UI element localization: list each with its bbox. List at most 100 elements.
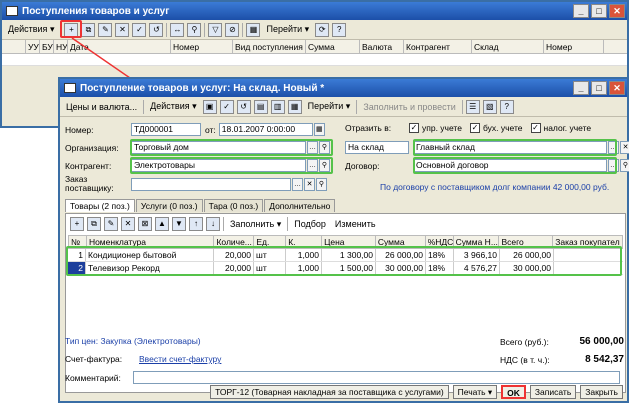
fill-menu[interactable]: Заполнить ▾ (227, 219, 284, 230)
journal-empty-row[interactable] (2, 54, 627, 66)
print-form-button[interactable]: ТОРГ-12 (Товарная накладная за поставщик… (210, 385, 449, 399)
management-accounting-checkbox[interactable]: ✓ (409, 123, 419, 133)
search-icon[interactable]: ⚲ (187, 22, 202, 37)
refresh-icon[interactable]: ⟳ (315, 22, 330, 37)
delete-icon[interactable]: ✕ (115, 22, 130, 37)
number-field[interactable]: ТД000001 (131, 123, 201, 136)
ok-button[interactable]: OK (501, 385, 526, 399)
goto-menu[interactable]: Перейти ▾ (263, 24, 312, 35)
maximize-button[interactable]: □ (591, 81, 607, 95)
tab-goods[interactable]: Товары (2 поз.) (65, 199, 135, 212)
organization-highlight (130, 139, 333, 156)
tab-additional[interactable]: Дополнительно (264, 199, 336, 212)
based-on-icon[interactable]: ▦ (287, 99, 302, 114)
unpost-icon[interactable]: ↺ (236, 99, 251, 114)
price-type-link[interactable]: Тип цен: Закупка (Электротовары) (65, 336, 201, 346)
close-window-button[interactable]: Закрыть (580, 385, 623, 399)
to-warehouse-type[interactable]: На склад (345, 141, 409, 154)
edit-row-icon[interactable]: ✎ (104, 217, 118, 231)
number-label: Номер: (65, 124, 94, 135)
minimize-button[interactable]: _ (573, 4, 589, 18)
vat-row: НДС (в т. ч.): 8 542,37 (500, 354, 624, 365)
contractor-highlight (130, 157, 333, 174)
column-header[interactable]: БУ (40, 40, 54, 53)
copy-icon[interactable]: ⧉ (81, 22, 96, 37)
save-icon[interactable]: ▣ (202, 99, 217, 114)
clear-button[interactable]: ✕ (620, 141, 629, 154)
document-title: Поступление товаров и услуг: На склад. Н… (80, 82, 325, 94)
order-field[interactable] (131, 177, 291, 191)
column-header[interactable]: Склад (472, 40, 544, 53)
column-header[interactable]: Вид поступления (233, 40, 306, 53)
invoice-link[interactable]: Ввести счет-фактуру (139, 354, 221, 364)
search-icon[interactable]: ⚲ (620, 159, 629, 172)
close-button[interactable]: ✕ (609, 81, 625, 95)
column-header[interactable]: Валюта (360, 40, 404, 53)
journal-toolbar: Действия ▾ + ⧉ ✎ ✕ ✓ ↺ ↔ ⚲ ▽ ⊘ ▦ Перейти… (2, 20, 627, 40)
fill-and-post-button[interactable]: Заполнить и провести (360, 102, 458, 112)
vat-label: НДС (в т. ч.): (500, 354, 550, 365)
select-items-button[interactable]: Подбор (291, 219, 329, 229)
tax-accounting-checkbox[interactable]: ✓ (530, 123, 541, 133)
movements-icon[interactable]: ▤ (253, 99, 268, 114)
column-header[interactable]: НУ (54, 40, 68, 53)
prices-currency-button[interactable]: Цены и валюта... (63, 102, 140, 112)
document-titlebar: Поступление товаров и услуг: На склад. Н… (60, 79, 627, 97)
column-header[interactable]: Номер (171, 40, 233, 53)
move-down-icon[interactable]: ▼ (172, 217, 186, 231)
edit-icon[interactable]: ✎ (98, 22, 113, 37)
select-button[interactable]: … (292, 177, 303, 191)
goto-menu[interactable]: Перейти ▾ (305, 101, 354, 112)
calendar-icon[interactable]: ▦ (313, 123, 325, 136)
contract-highlight (413, 157, 617, 174)
change-button[interactable]: Изменить (332, 219, 379, 229)
clear-button[interactable]: ✕ (304, 177, 315, 191)
debt-info: По договору с поставщиком долг компании … (380, 182, 609, 192)
help-icon[interactable]: ? (332, 22, 347, 37)
maximize-button[interactable]: □ (591, 4, 607, 18)
search-icon[interactable]: ⚲ (316, 177, 327, 191)
invoice-row: Счет-фактура: Ввести счет-фактуру (65, 354, 221, 364)
save-button[interactable]: Записать (529, 385, 577, 399)
number-row: Номер: ТД000001 от: 18.01.2007 0:00:00 ▦ (65, 123, 325, 136)
journal-titlebar: Поступления товаров и услуг _ □ ✕ (2, 2, 627, 20)
end-edit-icon[interactable]: ⊠ (138, 217, 152, 231)
warehouse-highlight (413, 139, 617, 156)
accounting-checkbox[interactable]: ✓ (469, 123, 480, 133)
copy-row-icon[interactable]: ⧉ (87, 217, 101, 231)
interval-icon[interactable]: ↔ (170, 22, 185, 37)
column-header[interactable]: УУ (26, 40, 40, 53)
add-row-icon[interactable]: + (70, 217, 84, 231)
actions-menu[interactable]: Действия ▾ (147, 101, 199, 112)
column-header[interactable]: Дата (68, 40, 171, 53)
order-label: Заказ поставщику: (65, 174, 114, 193)
structure-icon[interactable]: ☰ (465, 99, 480, 114)
column-header[interactable]: Сумма (306, 40, 360, 53)
filter-off-icon[interactable]: ⊘ (225, 22, 240, 37)
sort-desc-icon[interactable]: ↓ (206, 217, 220, 231)
close-button[interactable]: ✕ (609, 4, 625, 18)
help-icon[interactable]: ? (499, 99, 514, 114)
delete-row-icon[interactable]: ✕ (121, 217, 135, 231)
sort-asc-icon[interactable]: ↑ (189, 217, 203, 231)
contract-label: Договор: (345, 160, 380, 171)
comment-label: Комментарий: (65, 372, 121, 383)
print-menu[interactable]: Печать ▾ (452, 385, 498, 399)
report-icon[interactable]: ▧ (482, 99, 497, 114)
minimize-button[interactable]: _ (573, 81, 589, 95)
move-up-icon[interactable]: ▲ (155, 217, 169, 231)
column-header[interactable]: Номер (544, 40, 604, 53)
tab-packaging[interactable]: Тара (0 поз.) (203, 199, 264, 212)
actions-menu[interactable]: Действия ▾ (5, 24, 57, 35)
column-header[interactable]: Контрагент (404, 40, 472, 53)
unpost-icon[interactable]: ↺ (149, 22, 164, 37)
journal-title: Поступления товаров и услуг (22, 5, 170, 17)
based-on-icon[interactable]: ▦ (246, 22, 261, 37)
date-field[interactable]: 18.01.2007 0:00:00 (218, 123, 313, 136)
dt-kt-icon[interactable]: ▥ (270, 99, 285, 114)
tab-services[interactable]: Услуги (0 поз.) (135, 199, 203, 212)
vat-value: 8 542,37 (585, 354, 624, 365)
filter-icon[interactable]: ▽ (208, 22, 223, 37)
post-icon[interactable]: ✓ (132, 22, 147, 37)
post-icon[interactable]: ✓ (219, 99, 234, 114)
